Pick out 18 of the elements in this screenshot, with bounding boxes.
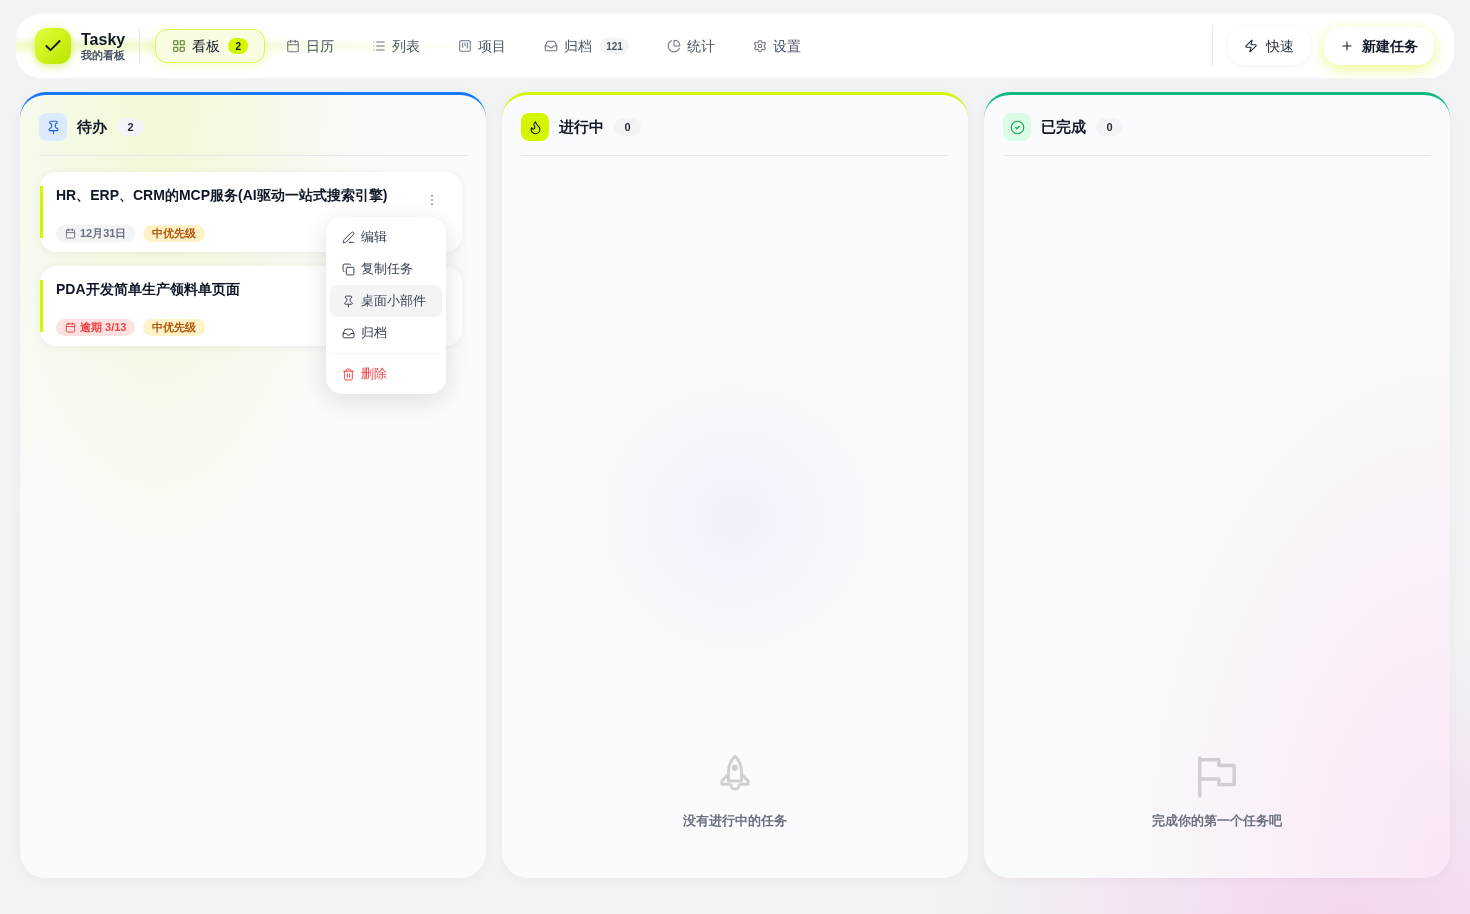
count-badge: 121 <box>600 38 629 54</box>
due-date-text: 逾期 3/13 <box>80 320 127 336</box>
empty-state-text: 没有进行中的任务 <box>683 811 787 830</box>
priority-tag: 中优先级 <box>143 319 206 336</box>
app-subtitle: 我的看板 <box>81 49 126 61</box>
count-badge: 0 <box>1096 118 1123 136</box>
count-badge: 0 <box>614 118 641 136</box>
priority-tag: 中优先级 <box>143 225 206 242</box>
app-name: Tasky <box>81 31 126 48</box>
column-title: 待办 <box>77 116 107 137</box>
column-title: 进行中 <box>559 116 604 137</box>
due-date-text: 12月31日 <box>80 226 127 242</box>
task-title: HR、ERP、CRM的MCP服务(AI驱动一站式搜索引擎) <box>56 186 388 205</box>
count-badge: 2 <box>117 118 144 136</box>
task-title: PDA开发简单生产领料单页面 <box>56 280 240 299</box>
column-title: 已完成 <box>1041 116 1086 137</box>
count-badge: 2 <box>228 38 249 54</box>
empty-state-text: 完成你的第一个任务吧 <box>1152 811 1282 830</box>
